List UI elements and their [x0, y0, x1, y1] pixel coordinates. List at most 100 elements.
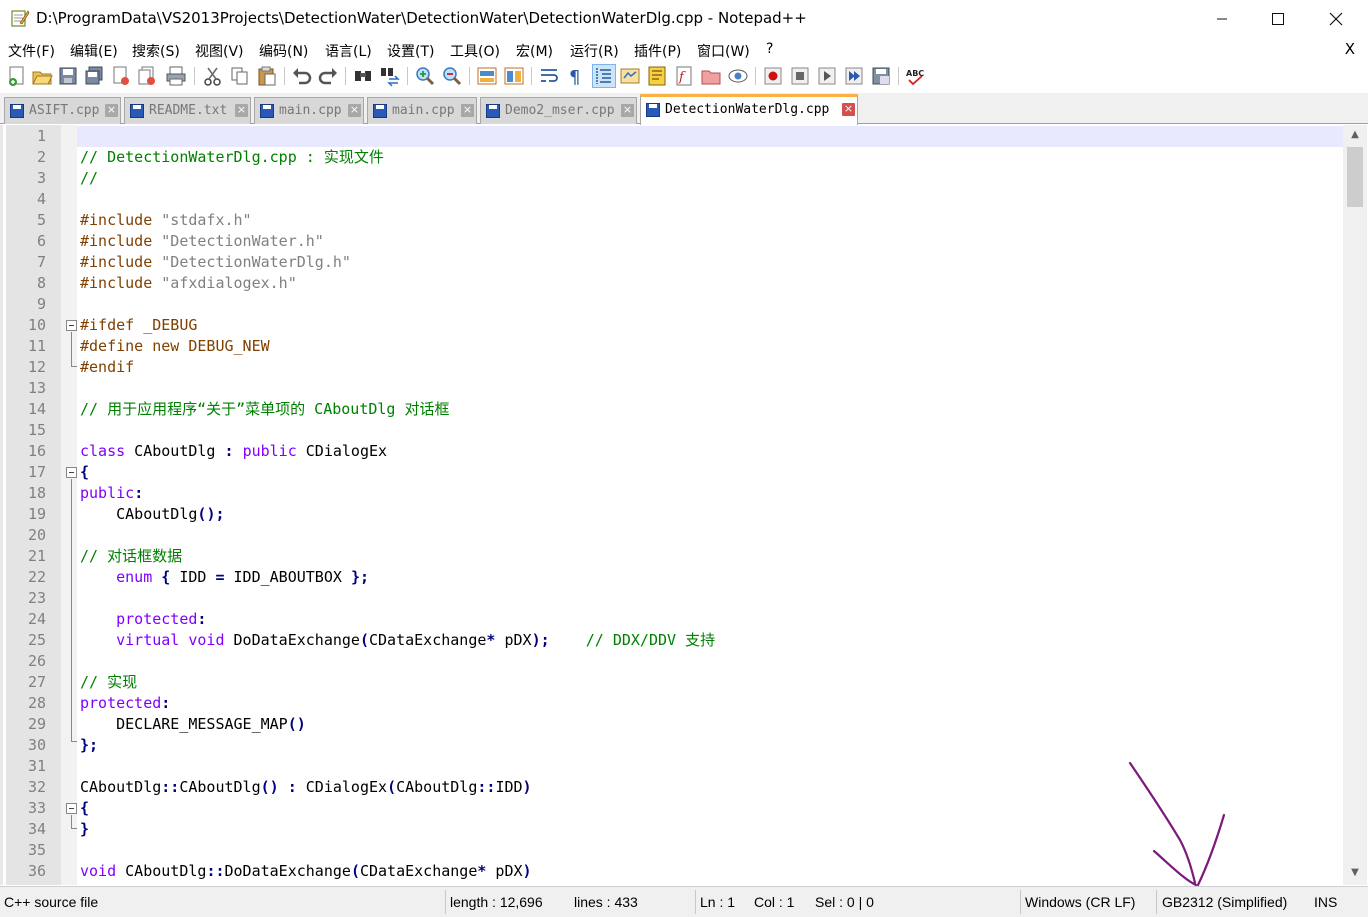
fold-toggle-ifdef[interactable]: [66, 320, 77, 331]
menu-file[interactable]: 文件(F): [8, 41, 55, 61]
menu-language[interactable]: 语言(L): [325, 41, 372, 61]
show-all-characters-icon[interactable]: ¶: [564, 65, 586, 87]
spell-check-icon[interactable]: ABC: [905, 65, 927, 87]
code-line[interactable]: 27 // 实现: [3, 672, 1343, 693]
save-macro-icon[interactable]: [870, 65, 892, 87]
redo-icon[interactable]: [317, 65, 339, 87]
code-line[interactable]: 4: [3, 189, 1343, 210]
scroll-up-icon[interactable]: ▲: [1343, 125, 1367, 145]
code-line[interactable]: 36 void CAboutDlg::DoDataExchange(CDataEx…: [3, 861, 1343, 882]
code-line[interactable]: 11 #define new DEBUG_NEW: [3, 336, 1343, 357]
minimize-button[interactable]: [1194, 0, 1250, 38]
code-line[interactable]: 17 {: [3, 462, 1343, 483]
paste-icon[interactable]: [256, 65, 278, 87]
find-icon[interactable]: [352, 65, 374, 87]
menu-window[interactable]: 窗口(W): [697, 41, 750, 61]
close-all-icon[interactable]: [136, 65, 158, 87]
sync-vertical-icon[interactable]: [476, 65, 498, 87]
tab-close-icon[interactable]: ×: [235, 104, 248, 117]
menu-run[interactable]: 运行(R): [570, 41, 619, 61]
tab-main-cpp-1[interactable]: main.cpp ×: [254, 97, 364, 124]
scroll-thumb[interactable]: [1347, 147, 1363, 207]
code-line[interactable]: 13: [3, 378, 1343, 399]
fold-toggle-class[interactable]: [66, 467, 77, 478]
code-line[interactable]: 3 //: [3, 168, 1343, 189]
indent-guide-icon[interactable]: [592, 64, 616, 88]
sync-horizontal-icon[interactable]: [503, 65, 525, 87]
code-line[interactable]: 8 #include "afxdialogex.h": [3, 273, 1343, 294]
fold-toggle-constructor[interactable]: [66, 803, 77, 814]
tab-close-icon[interactable]: ×: [348, 104, 361, 117]
code-line[interactable]: 34}: [3, 819, 1343, 840]
menu-view[interactable]: 视图(V): [195, 41, 244, 61]
word-wrap-icon[interactable]: [538, 65, 560, 87]
scroll-down-icon[interactable]: ▼: [1343, 863, 1367, 883]
code-line[interactable]: 2 // DetectionWaterDlg.cpp : 实现文件: [3, 147, 1343, 168]
tab-close-icon[interactable]: ×: [105, 104, 118, 117]
function-list-icon[interactable]: f: [673, 65, 695, 87]
run-macro-multiple-icon[interactable]: [843, 65, 865, 87]
code-line[interactable]: 16 class CAboutDlg : public CDialogEx: [3, 441, 1343, 462]
user-defined-language-icon[interactable]: [619, 65, 641, 87]
menu-tools[interactable]: 工具(O): [450, 41, 500, 61]
menu-help[interactable]: ?: [766, 41, 773, 57]
code-line[interactable]: 25 virtual void DoDataExchange(CDataExch…: [3, 630, 1343, 651]
code-line[interactable]: 19 CAboutDlg();: [3, 504, 1343, 525]
code-line[interactable]: 28 protected:: [3, 693, 1343, 714]
tab-close-icon[interactable]: ×: [621, 104, 634, 117]
code-line[interactable]: 14 // 用于应用程序“关于”菜单项的 CAboutDlg 对话框: [3, 399, 1343, 420]
document-map-icon[interactable]: [646, 65, 668, 87]
menu-edit[interactable]: 编辑(E): [70, 41, 118, 61]
code-line[interactable]: 6 #include "DetectionWater.h": [3, 231, 1343, 252]
code-line[interactable]: 29 DECLARE_MESSAGE_MAP(): [3, 714, 1343, 735]
code-line[interactable]: 5 #include "stdafx.h": [3, 210, 1343, 231]
tab-demo2-mser-cpp[interactable]: Demo2_mser.cpp ×: [480, 97, 637, 124]
open-file-icon[interactable]: [31, 65, 53, 87]
undo-icon[interactable]: [291, 65, 313, 87]
tab-detectionwaterdlg-cpp[interactable]: DetectionWaterDlg.cpp ×: [640, 94, 858, 125]
tab-readme-txt[interactable]: README.txt ×: [124, 97, 251, 124]
new-file-icon[interactable]: [6, 65, 28, 87]
record-macro-icon[interactable]: [762, 65, 784, 87]
folder-workspace-icon[interactable]: [700, 65, 722, 87]
code-line[interactable]: 23: [3, 588, 1343, 609]
code-line[interactable]: 33 {: [3, 798, 1343, 819]
menu-search[interactable]: 搜索(S): [132, 41, 180, 61]
menu-settings[interactable]: 设置(T): [387, 41, 434, 61]
code-line[interactable]: 18 public:: [3, 483, 1343, 504]
code-line[interactable]: 15: [3, 420, 1343, 441]
copy-icon[interactable]: [229, 65, 251, 87]
code-line[interactable]: 26: [3, 651, 1343, 672]
print-icon[interactable]: [165, 65, 187, 87]
code-line[interactable]: 22 enum { IDD = IDD_ABOUTBOX };: [3, 567, 1343, 588]
tab-asift-cpp[interactable]: ASIFT.cpp ×: [4, 97, 121, 124]
code-line[interactable]: 31: [3, 756, 1343, 777]
tab-close-icon[interactable]: ×: [461, 104, 474, 117]
code-line[interactable]: 32 CAboutDlg::CAboutDlg() : CDialogEx(CAb…: [3, 777, 1343, 798]
save-icon[interactable]: [57, 65, 79, 87]
monitoring-icon[interactable]: [727, 65, 749, 87]
code-line[interactable]: 1: [3, 126, 1343, 147]
menu-plugins[interactable]: 插件(P): [634, 41, 681, 61]
code-line[interactable]: 10 #ifdef _DEBUG: [3, 315, 1343, 336]
code-line[interactable]: 24 protected:: [3, 609, 1343, 630]
close-button[interactable]: [1308, 0, 1364, 38]
vertical-scrollbar[interactable]: ▲ ▼: [1343, 125, 1367, 885]
code-line[interactable]: 20: [3, 525, 1343, 546]
menu-macro[interactable]: 宏(M): [516, 41, 553, 61]
code-line[interactable]: 7 #include "DetectionWaterDlg.h": [3, 252, 1343, 273]
maximize-button[interactable]: [1250, 0, 1306, 38]
menu-encoding[interactable]: 编码(N): [259, 41, 308, 61]
cut-icon[interactable]: [202, 65, 224, 87]
code-line[interactable]: 12 #endif: [3, 357, 1343, 378]
play-macro-icon[interactable]: [816, 65, 838, 87]
save-all-icon[interactable]: [83, 65, 105, 87]
tab-main-cpp-2[interactable]: main.cpp ×: [367, 97, 477, 124]
code-line[interactable]: 9: [3, 294, 1343, 315]
code-editor[interactable]: 1 2// DetectionWaterDlg.cpp : 实现文件 3//4 5 #i…: [0, 125, 1368, 885]
code-line[interactable]: 30};: [3, 735, 1343, 756]
code-line[interactable]: 35: [3, 840, 1343, 861]
tab-close-icon[interactable]: ×: [842, 103, 855, 116]
code-line[interactable]: 21 // 对话框数据: [3, 546, 1343, 567]
zoom-out-icon[interactable]: [441, 65, 463, 87]
